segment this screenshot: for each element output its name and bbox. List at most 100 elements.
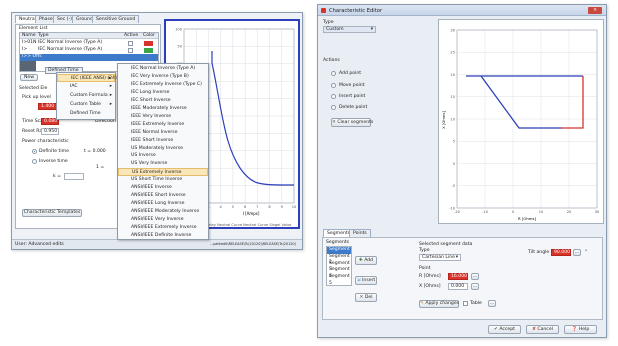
curve-menu-item[interactable]: IEEE Short Inverse — [118, 137, 208, 145]
x-ohms-field[interactable]: 0.000 — [448, 283, 468, 290]
insert-point-radio[interactable] — [331, 94, 336, 99]
submenu-arrow-icon: ▸ — [108, 76, 111, 81]
menu-item-defined-time[interactable]: Defined Time — [57, 110, 115, 118]
curve-menu-item[interactable]: IEC Normal Inverse (Type A) — [118, 65, 208, 73]
y-axis-label: X [Ohms] — [441, 111, 446, 129]
cancel-button[interactable]: ✘ Cancel — [526, 325, 559, 334]
add-segment-button[interactable]: ✚ Add — [355, 256, 377, 265]
active-checkbox[interactable] — [128, 40, 133, 46]
table-more-button[interactable]: … — [488, 300, 496, 307]
x-ohms-label: X [Ohms] — [419, 284, 441, 289]
curve-menu-item[interactable]: ANSI/IEEE Definite Inverse — [118, 232, 208, 240]
close-icon[interactable]: ✕ — [588, 6, 602, 14]
curve-menu-item[interactable]: US Moderately Inverse — [118, 145, 208, 153]
tab-strip: Neutral Phase Sec (-) Ground Sensitive G… — [15, 15, 165, 24]
definite-time-value: t = 0.000 — [84, 149, 106, 154]
menu-item-iac[interactable]: IAC ▸ — [57, 83, 115, 91]
segment-list-item[interactable]: Segment 4 — [327, 267, 351, 279]
r-ohms-more-button[interactable]: … — [471, 273, 479, 280]
add-point-radio[interactable] — [331, 71, 336, 76]
accept-button[interactable]: ✔ Accept — [488, 325, 521, 334]
segment-list-item[interactable]: Segment 2 — [327, 254, 351, 266]
curve-menu-item[interactable]: US Inverse — [118, 152, 208, 160]
menu-item-custom-table[interactable]: Custom Table ▸ — [57, 101, 115, 109]
r-ohms-field[interactable]: 16.000 — [448, 273, 468, 280]
table-row[interactable]: I> IEC Normal Inverse (Type A) — [20, 47, 158, 54]
table-row-selected[interactable]: I>> Offs — [20, 54, 158, 61]
chevron-down-icon: ▾ — [370, 27, 373, 32]
delete-segment-button[interactable]: ✕ Del — [355, 293, 377, 302]
move-point-radio[interactable] — [331, 83, 336, 88]
y-tick-label: 10 — [450, 117, 455, 121]
curve-menu-item[interactable]: IEEE Very Inverse — [118, 113, 208, 121]
curve-menu-item[interactable]: US Short Time Inverse — [118, 176, 208, 184]
type-select[interactable]: Custom ▾ — [323, 26, 376, 33]
table-row[interactable]: I>01N IEC Normal Inverse (Type A) — [20, 40, 158, 47]
curve-menu-item[interactable]: IEC Very Inverse (Type B) — [118, 73, 208, 81]
curve-menu-item[interactable]: IEEE Extremely Inverse — [118, 121, 208, 129]
new-button[interactable]: New — [20, 74, 38, 81]
insert-point-label: Insert point — [339, 94, 366, 99]
reset-ratio-field[interactable]: 0.950 — [41, 128, 59, 135]
menu-item-iec[interactable]: IEC (IEEE ANSI) (24) ▸ — [57, 74, 117, 82]
curve-menu-item[interactable]: US Very Inverse — [118, 160, 208, 168]
curve-menu-item[interactable]: ANSI/IEEE Long Inverse — [118, 200, 208, 208]
window-title: Characteristic Editor — [329, 7, 383, 14]
x-ohms-more-button[interactable]: … — [471, 283, 479, 290]
app-icon — [321, 7, 326, 13]
tilt-angle-more-button[interactable]: … — [573, 249, 581, 256]
curve-menu-item[interactable]: US Extremely Inverse — [118, 168, 208, 177]
x-tick-label: 9 — [281, 205, 284, 209]
x-tick-label: 30 — [595, 210, 600, 214]
k-field[interactable] — [64, 173, 84, 180]
k-label: k = — [53, 174, 61, 179]
tilt-angle-unit: ° — [585, 250, 588, 255]
apply-changes-button[interactable]: ✎ Apply changes — [419, 300, 459, 308]
segment-type-select[interactable]: Cartesian Line ▾ — [419, 254, 461, 261]
curve-menu-item[interactable]: IEC Long Inverse — [118, 89, 208, 97]
x-tick-label: 10 — [292, 205, 297, 209]
tab-sensitive-ground[interactable]: Sensitive Ground — [92, 15, 140, 23]
status-right: ...pathedit\RELEASE\Tc(20120)\RELEASE\Tc… — [210, 242, 296, 246]
curve-menu-item[interactable]: IEC Short Inverse — [118, 97, 208, 105]
inverse-time-radio[interactable] — [32, 159, 37, 164]
tilt-angle-field[interactable]: 90.000 — [551, 249, 571, 256]
color-swatch-green[interactable] — [144, 47, 153, 53]
clear-segments-button[interactable]: ✕ Clear segments — [331, 118, 373, 127]
definite-time-radio[interactable] — [32, 149, 37, 154]
segment-list-item[interactable]: Segment 5 — [327, 274, 351, 286]
pickup-field[interactable]: 1.400 — [38, 103, 58, 110]
curve-menu-item[interactable]: ANSI/IEEE Extremely Inverse — [118, 224, 208, 232]
menu-item-custom-formula[interactable]: Custom Formula ▸ — [57, 92, 115, 100]
tab-points[interactable]: Points — [349, 229, 371, 237]
row-name: I>01N — [22, 40, 37, 45]
curve-menu-item[interactable]: ANSI/IEEE Short Inverse — [118, 192, 208, 200]
plot-xlabel: I [Amps] — [243, 211, 260, 216]
insert-segment-button[interactable]: ⇲ Insert — [355, 276, 377, 285]
x-tick-label: 20 — [567, 210, 572, 214]
pickup-label: Pick up level — [22, 95, 51, 100]
color-swatch-red[interactable] — [144, 40, 153, 46]
curve-menu-item[interactable]: ANSI/IEEE Moderately Inverse — [118, 208, 208, 216]
y-tick-label: 15 — [450, 95, 455, 99]
characteristic-templates-button[interactable]: Characteristic Templates — [22, 209, 82, 217]
power-characteristic-label: Power characteristic — [22, 139, 69, 144]
segment-list-item[interactable]: Segment 1 — [327, 247, 351, 259]
table-checkbox[interactable] — [463, 301, 468, 306]
y-tick-label: 20 — [450, 73, 455, 77]
curve-menu-item[interactable]: IEEE Moderately Inverse — [118, 105, 208, 113]
y-tick-label: 0 — [453, 162, 456, 166]
curve-menu-item[interactable]: IEC Extremely Inverse (Type C) — [118, 81, 208, 89]
col-type: Type — [38, 33, 49, 38]
y-tick-label: -5 — [451, 184, 455, 188]
segment-line — [466, 75, 562, 129]
curve-menu-item[interactable]: IEEE Normal Inverse — [118, 129, 208, 137]
curve-menu-item[interactable]: ANSI/IEEE Inverse — [118, 184, 208, 192]
active-checkbox[interactable] — [128, 47, 133, 53]
help-button[interactable]: ❓ Help — [564, 325, 597, 334]
submenu-arrow-icon: ▸ — [109, 93, 112, 98]
curve-menu-item[interactable]: ANSI/IEEE Very Inverse — [118, 216, 208, 224]
x-tick-label: 5 — [232, 205, 234, 209]
delete-point-radio[interactable] — [331, 105, 336, 110]
chevron-down-icon: ▾ — [455, 255, 458, 260]
